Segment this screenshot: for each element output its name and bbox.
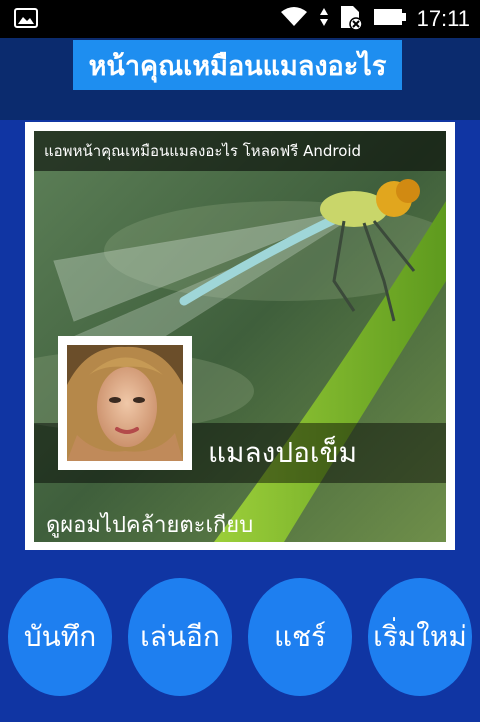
battery-icon [373, 7, 407, 31]
insect-name: แมลงปอเข็ม [208, 436, 358, 469]
user-photo-frame [58, 336, 192, 470]
save-button[interactable]: บันทึก [8, 578, 112, 696]
app-caption: แอพหน้าคุณเหมือนแมลงอะไร โหลดฟรี Android [34, 131, 446, 171]
data-arrows-icon [319, 7, 329, 31]
status-bar: 17:11 [0, 0, 480, 38]
share-button[interactable]: แชร์ [248, 578, 352, 696]
result-card: แอพหน้าคุณเหมือนแมลงอะไร โหลดฟรี Android… [25, 122, 455, 550]
result-description: ดูผอมไปคล้ายตะเกียบ [46, 513, 254, 538]
wifi-icon [279, 6, 309, 32]
sim-off-icon [339, 4, 363, 34]
restart-button[interactable]: เริ่มใหม่ [368, 578, 472, 696]
clock: 17:11 [416, 6, 470, 31]
main-content: แอพหน้าคุณเหมือนแมลงอะไร โหลดฟรี Android… [0, 120, 480, 722]
gallery-notification-icon [14, 8, 38, 32]
play-again-button[interactable]: เล่นอีก [128, 578, 232, 696]
app-header: หน้าคุณเหมือนแมลงอะไร [0, 38, 480, 120]
dragonfly-photo: แอพหน้าคุณเหมือนแมลงอะไร โหลดฟรี Android… [34, 131, 446, 542]
page-title: หน้าคุณเหมือนแมลงอะไร [73, 40, 402, 90]
avatar [67, 345, 183, 461]
